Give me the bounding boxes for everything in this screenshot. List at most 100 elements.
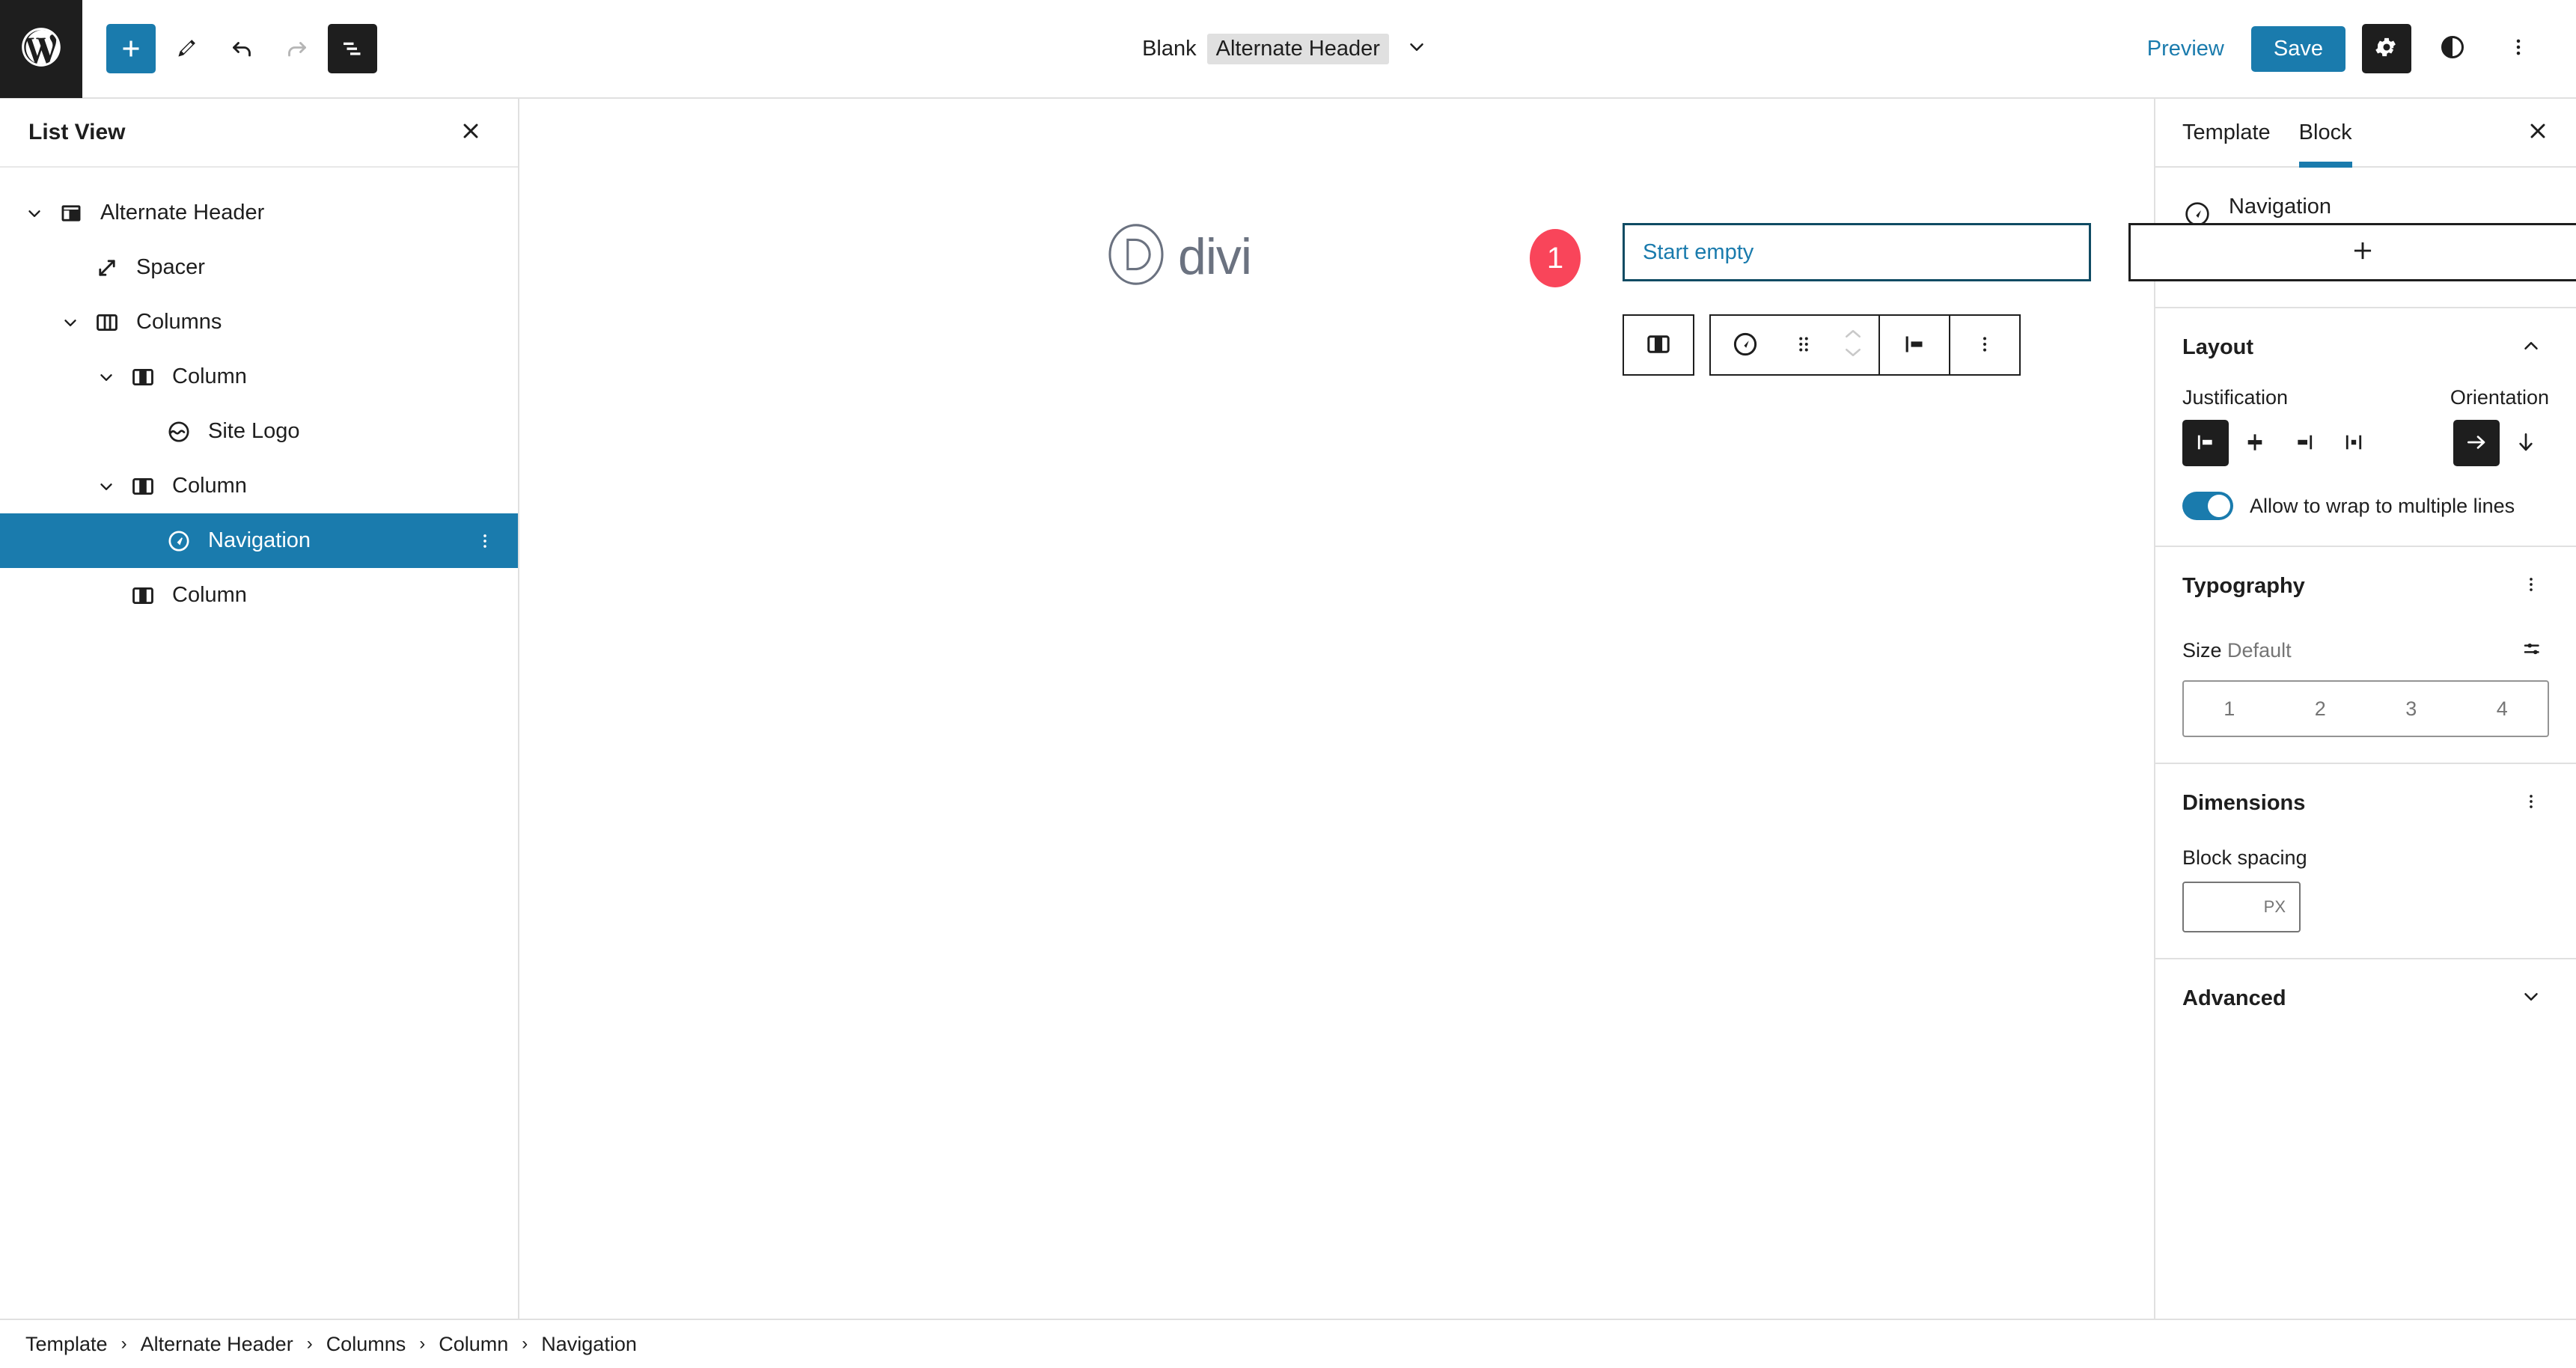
block-controls-group — [1709, 314, 2021, 376]
font-size-step-2[interactable]: 2 — [2275, 682, 2366, 736]
tab-block[interactable]: Block — [2298, 99, 2352, 168]
spacer-resize-icon — [88, 255, 126, 281]
expand-chevron-icon[interactable] — [88, 367, 124, 387]
editor-canvas[interactable]: divi 1 Start empty — [519, 99, 2576, 1319]
justify-right-button[interactable] — [2281, 420, 2328, 466]
justification-label: Justification — [2182, 386, 2289, 409]
justification-button[interactable] — [1880, 316, 1949, 374]
document-dropdown-button[interactable] — [1400, 31, 1434, 66]
justify-center-button[interactable] — [2232, 420, 2278, 466]
chevron-up-icon[interactable] — [1842, 326, 1864, 345]
tree-item-alternate-header[interactable]: Alternate Header — [0, 186, 518, 240]
chevron-down-icon — [2520, 986, 2542, 1012]
justify-left-icon — [1901, 331, 1928, 360]
breadcrumb-separator: › — [419, 1334, 426, 1354]
empty-column-add-block[interactable] — [2128, 223, 2576, 281]
tree-item-label: Column — [172, 583, 247, 607]
breadcrumb-separator: › — [120, 1334, 127, 1354]
justify-left-button[interactable] — [2182, 420, 2229, 467]
redo-button[interactable] — [272, 24, 322, 73]
breadcrumb-item-alternate-header[interactable]: Alternate Header — [132, 1328, 302, 1361]
inspector-close-button[interactable] — [2518, 112, 2558, 153]
three-dots-vertical-icon — [1974, 334, 1995, 357]
wordpress-logo-button[interactable] — [0, 0, 82, 98]
tree-item-column[interactable]: Column — [0, 568, 518, 623]
settings-button[interactable] — [2362, 24, 2411, 73]
block-more-options-button[interactable] — [1950, 316, 2019, 374]
allow-wrap-label: Allow to wrap to multiple lines — [2250, 494, 2515, 517]
editor-body: List View Alternate Header Spacer Columns C… — [0, 99, 2576, 1319]
allow-wrap-toggle[interactable] — [2182, 492, 2233, 521]
layout-panel: Layout Justification Orientation Allow t… — [2155, 307, 2576, 546]
justify-space-between-button[interactable] — [2331, 420, 2377, 466]
typography-more-button[interactable] — [2513, 568, 2549, 604]
styles-button[interactable] — [2428, 24, 2477, 73]
block-spacing-unit: PX — [2263, 897, 2286, 917]
save-button[interactable]: Save — [2250, 25, 2345, 72]
list-view-header: List View — [0, 99, 518, 168]
plus-icon — [117, 35, 144, 62]
tree-item-options-button[interactable] — [468, 531, 501, 551]
chevron-down-icon — [1405, 36, 1428, 62]
tab-template[interactable]: Template — [2182, 99, 2271, 166]
tree-item-column[interactable]: Column — [0, 349, 518, 404]
plus-icon — [2348, 236, 2377, 269]
breadcrumb-item-columns[interactable]: Columns — [317, 1328, 415, 1361]
header-right-toolbar: Preview Save — [2137, 24, 2576, 73]
select-parent-block-button[interactable] — [1624, 316, 1693, 374]
tree-item-site-logo[interactable]: Site Logo — [0, 404, 518, 459]
font-size-label: Size — [2182, 638, 2222, 662]
dimensions-more-button[interactable] — [2513, 785, 2549, 821]
tree-item-label: Spacer — [136, 255, 205, 279]
drag-block-handle[interactable] — [1780, 316, 1828, 374]
breadcrumb-item-navigation[interactable]: Navigation — [532, 1328, 646, 1361]
add-block-button[interactable] — [106, 24, 156, 73]
typography-panel-title: Typography — [2182, 573, 2305, 598]
navigation-compass-icon — [160, 528, 198, 554]
preview-button[interactable]: Preview — [2137, 29, 2235, 69]
layout-panel-header[interactable]: Layout — [2182, 329, 2549, 365]
contrast-half-circle-icon — [2439, 34, 2466, 64]
header-left-toolbar — [82, 24, 377, 73]
list-view-close-button[interactable] — [451, 112, 491, 153]
tree-item-column[interactable]: Column — [0, 459, 518, 513]
chevron-down-icon[interactable] — [1842, 345, 1864, 364]
block-movers[interactable] — [1828, 316, 1878, 374]
font-size-step-3[interactable]: 3 — [2366, 682, 2457, 736]
expand-chevron-icon[interactable] — [52, 313, 88, 332]
font-size-step-4[interactable]: 4 — [2457, 682, 2548, 736]
breadcrumb-item-template[interactable]: Template — [16, 1328, 117, 1361]
font-size-row: Size Default — [2182, 634, 2549, 667]
block-type-switcher-button[interactable] — [1711, 316, 1780, 374]
site-logo-block[interactable]: divi — [1105, 223, 1252, 290]
font-size-label-group: Size Default — [2182, 639, 2292, 662]
expand-chevron-icon[interactable] — [16, 204, 52, 223]
block-tree: Alternate Header Spacer Columns Column Site … — [0, 168, 518, 623]
edit-tool-button[interactable] — [162, 24, 211, 73]
list-view-button[interactable] — [328, 24, 377, 73]
tree-item-navigation[interactable]: Navigation — [0, 513, 518, 568]
advanced-panel[interactable]: Advanced — [2155, 958, 2576, 1042]
font-size-step-1[interactable]: 1 — [2184, 682, 2275, 736]
block-spacing-label: Block spacing — [2182, 846, 2307, 870]
tree-item-columns[interactable]: Columns — [0, 295, 518, 349]
block-spacing-input[interactable]: PX — [2182, 882, 2301, 933]
navigation-compass-icon — [1731, 330, 1759, 361]
orientation-vertical-button[interactable] — [2503, 420, 2549, 466]
navigation-start-empty-block[interactable]: Start empty — [1623, 223, 2091, 281]
layout-collapse-button[interactable] — [2513, 329, 2549, 365]
undo-button[interactable] — [217, 24, 266, 73]
column-icon — [1645, 331, 1672, 360]
settings-sidebar: Template Block Navigation A collection o… — [2155, 99, 2576, 1319]
breadcrumb-item-column[interactable]: Column — [430, 1328, 517, 1361]
more-options-button[interactable] — [2494, 24, 2543, 73]
template-part-icon — [52, 201, 90, 226]
expand-chevron-icon[interactable] — [88, 477, 124, 496]
font-size-custom-button[interactable] — [2516, 634, 2549, 667]
tree-item-spacer[interactable]: Spacer — [0, 240, 518, 295]
advanced-expand-button[interactable] — [2513, 980, 2549, 1016]
justification-options — [2182, 420, 2377, 467]
advanced-panel-header[interactable]: Advanced — [2182, 980, 2549, 1016]
orientation-horizontal-button[interactable] — [2453, 420, 2500, 467]
document-title[interactable]: Alternate Header — [1206, 33, 1389, 64]
